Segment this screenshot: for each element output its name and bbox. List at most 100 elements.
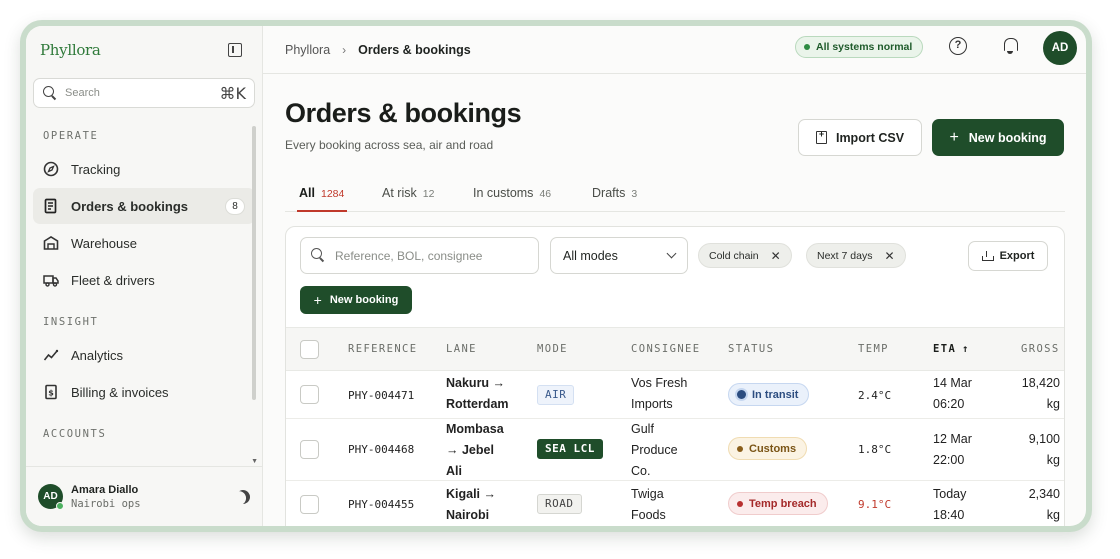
- booking-search[interactable]: [300, 237, 539, 274]
- sidebar-item-tracking[interactable]: Tracking: [33, 151, 255, 187]
- count-badge: 8: [225, 198, 245, 215]
- sidebar-item-label: Billing & invoices: [71, 384, 169, 400]
- tab-all[interactable]: All 1284: [299, 186, 344, 200]
- sidebar-item-fleet-drivers[interactable]: Fleet & drivers: [33, 262, 255, 298]
- lane-line: Nairobi: [446, 508, 490, 522]
- tab-label: All: [299, 186, 315, 200]
- sidebar-scrollbar[interactable]: [252, 126, 256, 400]
- table-row[interactable]: PHY-004455 Kigali → Nairobi ROAD Twiga Foo…: [286, 481, 1064, 526]
- new-booking-button[interactable]: + New booking: [932, 119, 1064, 156]
- plus-icon: +: [949, 128, 959, 146]
- gross-line: kg: [1046, 397, 1060, 411]
- import-csv-button[interactable]: Import CSV: [798, 119, 922, 156]
- mode-select[interactable]: All modes: [550, 237, 688, 274]
- gross-line: 2,340: [1028, 487, 1060, 501]
- compass-icon: [43, 161, 59, 177]
- lane-line: → Jebel: [446, 443, 494, 457]
- breadcrumb-root[interactable]: Phyllora: [285, 43, 330, 57]
- row-checkbox[interactable]: [300, 440, 319, 459]
- section-label-insight: INSIGHT: [43, 316, 99, 328]
- cell-temp: 1.8°C: [858, 443, 892, 456]
- breadcrumb-current: Orders & bookings: [358, 42, 471, 57]
- topbar: Phyllora › Orders & bookings All systems…: [263, 26, 1086, 74]
- eta-line: 12 Mar: [933, 432, 972, 446]
- status-dot-icon: [737, 390, 746, 399]
- row-checkbox[interactable]: [300, 385, 319, 404]
- cell-reference[interactable]: PHY-004471: [348, 385, 414, 406]
- new-booking-inline-button[interactable]: + New booking: [300, 286, 412, 314]
- gross-line: kg: [1046, 453, 1060, 467]
- tab-count: 3: [631, 188, 638, 200]
- warehouse-icon: [43, 235, 59, 251]
- consignee-line: Co.: [631, 464, 651, 478]
- sidebar-search[interactable]: Search ⌘K: [33, 78, 255, 108]
- lane-line: Kigali →: [446, 487, 497, 501]
- column-header-eta[interactable]: ETA ↑: [933, 343, 970, 355]
- table-row[interactable]: PHY-004471 Nakuru → Rotterdam AIR Vos Fre…: [286, 371, 1064, 419]
- eta-line: 14 Mar: [933, 376, 972, 390]
- chip-label: Cold chain: [709, 249, 759, 262]
- tab-in-customs[interactable]: In customs 46: [473, 186, 551, 200]
- eta-line: 18:40: [933, 508, 965, 522]
- bell-icon[interactable]: [1003, 38, 1018, 54]
- scroll-down-icon[interactable]: ▼: [251, 458, 258, 465]
- row-checkbox[interactable]: [300, 495, 319, 514]
- column-header-temp[interactable]: TEMP: [858, 343, 889, 355]
- status-text: Temp breach: [749, 497, 817, 510]
- help-icon[interactable]: ?: [949, 37, 967, 55]
- tab-label: At risk: [382, 186, 417, 200]
- avatar-initials: AD: [43, 491, 58, 502]
- filter-chip-cold-chain[interactable]: Cold chain ✕: [698, 243, 792, 268]
- cell-eta: Today 18:40: [933, 484, 966, 526]
- column-header-consignee[interactable]: CONSIGNEE: [631, 343, 701, 355]
- cell-gross: 9,100 kg: [1006, 429, 1060, 471]
- select-all-checkbox[interactable]: [300, 340, 319, 359]
- mode-badge: ROAD: [537, 494, 582, 514]
- cell-consignee: Gulf Produce Co.: [631, 419, 678, 482]
- table-row[interactable]: PHY-004468 Mombasa → Jebel Ali SEA LCL Gul…: [286, 419, 1064, 481]
- status-text: Customs: [749, 442, 797, 455]
- plus-icon: +: [313, 292, 322, 308]
- cell-consignee: Vos Fresh Imports: [631, 373, 687, 415]
- sidebar-item-analytics[interactable]: Analytics: [33, 337, 255, 373]
- tab-count: 46: [539, 188, 552, 200]
- tab-drafts[interactable]: Drafts 3: [592, 186, 637, 200]
- column-header-status[interactable]: STATUS: [728, 343, 774, 355]
- booking-search-input[interactable]: [335, 248, 525, 263]
- cell-lane: Mombasa → Jebel Ali: [446, 419, 504, 482]
- sidebar-item-label: Analytics: [71, 347, 124, 363]
- column-header-lane[interactable]: LANE: [446, 343, 477, 355]
- close-icon[interactable]: ✕: [884, 249, 894, 263]
- import-csv-label: Import CSV: [835, 130, 905, 145]
- system-status-badge[interactable]: All systems normal: [795, 36, 924, 58]
- tab-label: Drafts: [592, 186, 626, 200]
- tab-label: In customs: [473, 186, 534, 200]
- column-header-gross[interactable]: GROSS: [1021, 343, 1060, 355]
- gross-line: kg: [1046, 508, 1060, 522]
- dark-mode-icon[interactable]: [233, 487, 252, 506]
- search-icon: [311, 248, 326, 263]
- sidebar-item-warehouse[interactable]: Warehouse: [33, 225, 255, 261]
- status-badge: Customs: [728, 437, 808, 460]
- sidebar-item-label: Fleet & drivers: [71, 272, 155, 288]
- cell-reference[interactable]: PHY-004455: [348, 494, 414, 515]
- column-header-mode[interactable]: MODE: [537, 343, 568, 355]
- sidebar-item-billing-invoices[interactable]: $ Billing & invoices: [33, 374, 255, 410]
- window-frame: Phyllora Search ⌘K OPERATE Tracking Orde…: [20, 20, 1092, 532]
- sidebar-header: Phyllora: [26, 26, 262, 74]
- sidebar-collapse-icon[interactable]: [228, 43, 242, 57]
- user-profile[interactable]: AD Amara Diallo Nairobi ops: [26, 466, 262, 526]
- sidebar-item-orders-bookings[interactable]: Orders & bookings 8: [33, 188, 255, 224]
- app-logo[interactable]: Phyllora: [40, 41, 101, 59]
- download-icon: [981, 251, 994, 261]
- avatar[interactable]: AD: [1043, 31, 1077, 65]
- consignee-line: Imports: [631, 397, 673, 411]
- column-header-reference[interactable]: REFERENCE: [348, 343, 418, 355]
- cell-reference[interactable]: PHY-004468: [348, 439, 414, 460]
- status-badge: In transit: [728, 383, 810, 406]
- tab-at-risk[interactable]: At risk 12: [382, 186, 434, 200]
- close-icon[interactable]: ✕: [771, 249, 781, 263]
- filter-chip-next-7-days[interactable]: Next 7 days ✕: [806, 243, 906, 268]
- export-button[interactable]: Export: [968, 241, 1048, 271]
- export-label: Export: [999, 250, 1035, 262]
